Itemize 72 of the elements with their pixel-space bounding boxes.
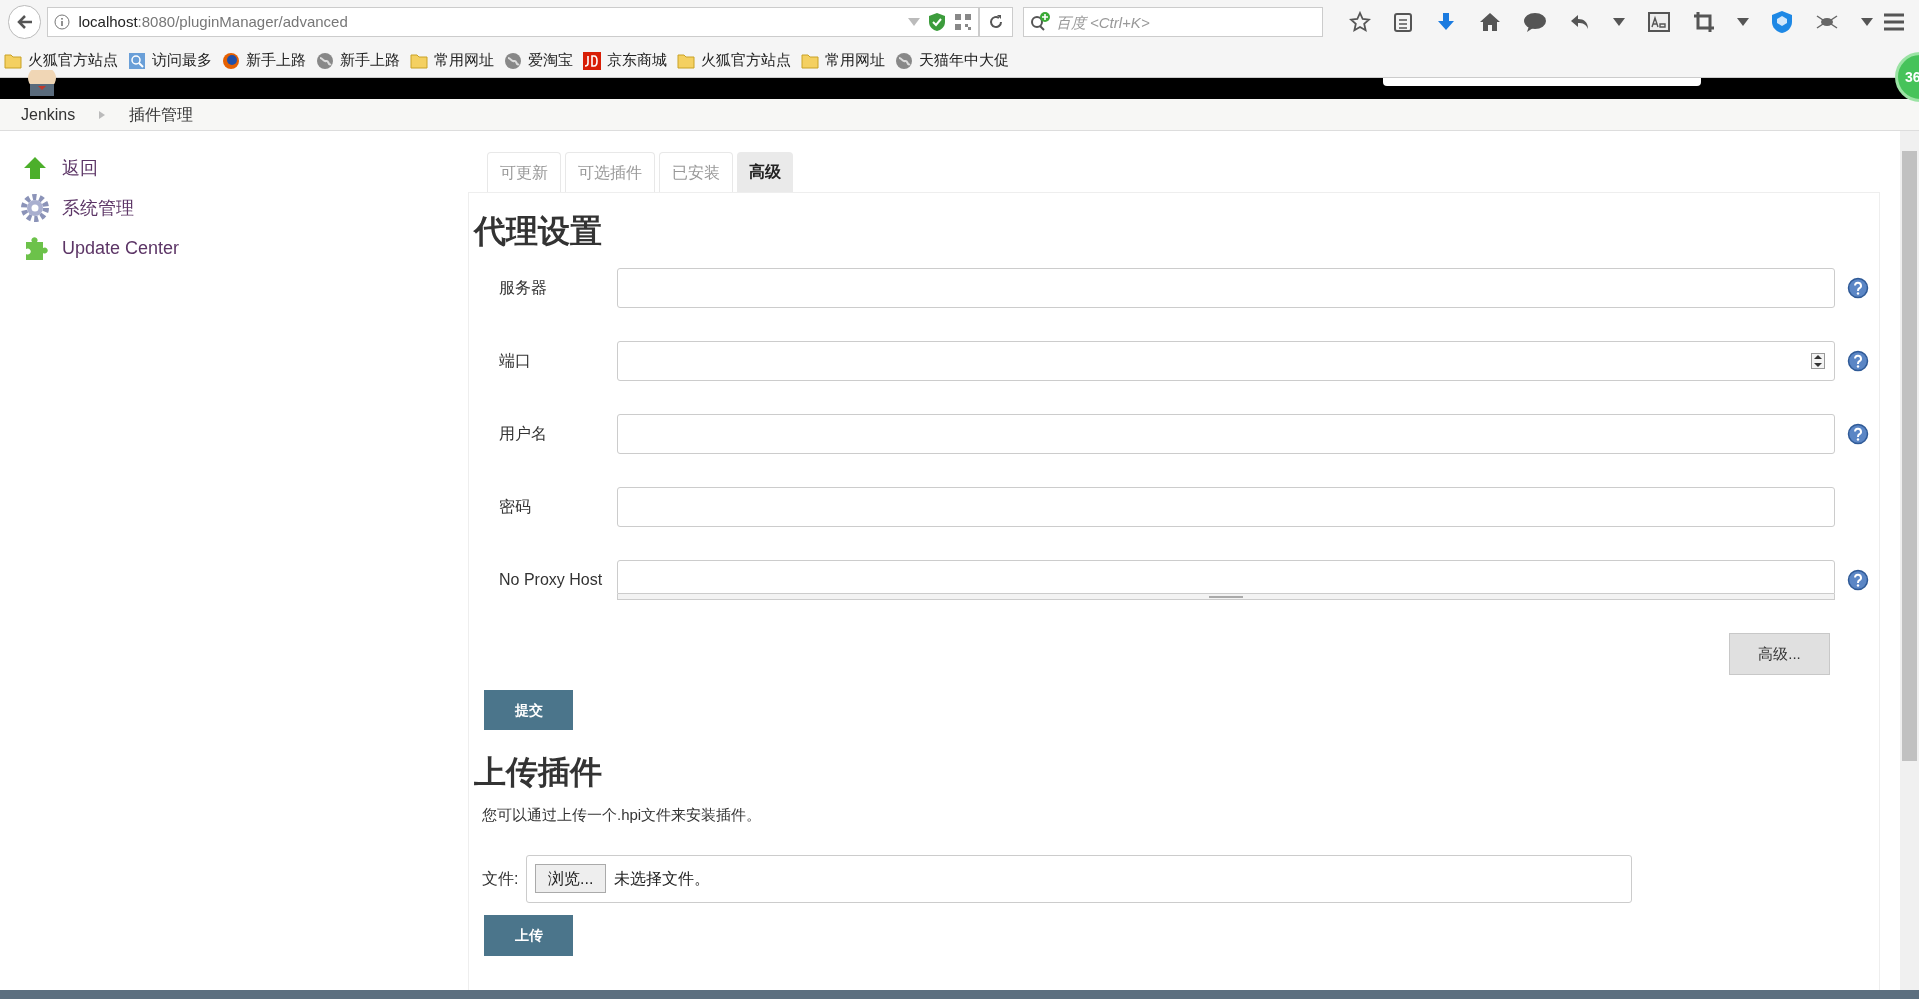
folder-icon (677, 52, 695, 69)
dropdown-icon (908, 18, 921, 26)
bookmark-link[interactable]: 火狐官方站点 (4, 49, 118, 72)
bookmark-link[interactable]: 爱淘宝 (504, 49, 573, 72)
help-icon[interactable] (1847, 350, 1869, 372)
star-icon[interactable] (1349, 11, 1371, 33)
sidebar-link[interactable]: 系统管理 (20, 195, 468, 221)
spinner-icon (1811, 353, 1825, 369)
browser-logo-icon (222, 51, 240, 70)
back-button[interactable] (8, 5, 42, 39)
magnifier-icon (128, 51, 146, 70)
tab[interactable]: 高级 (737, 152, 793, 192)
bookmark-link[interactable]: 火狐官方站点 (677, 49, 791, 72)
url-text: localhost:8080/pluginManager/advanced (78, 11, 349, 32)
field-label: 用户名 (498, 424, 548, 444)
bug-icon[interactable] (1815, 12, 1839, 32)
bookmark-link[interactable]: 访问最多 (128, 49, 212, 72)
file-status-text: 未选择文件。 (614, 868, 711, 889)
dropdown-icon[interactable] (1861, 18, 1873, 26)
bookmark-link[interactable]: 新手上路 (316, 49, 400, 72)
help-icon[interactable] (1847, 423, 1869, 445)
bookmark-link[interactable]: 新手上路 (222, 49, 306, 72)
chat-icon[interactable] (1523, 11, 1547, 33)
bookmark-link[interactable]: 天猫年中大促 (895, 49, 1009, 72)
shield-icon (928, 12, 947, 32)
globe-icon (895, 51, 913, 70)
bookmark-link[interactable]: 京东商城 (583, 49, 667, 72)
upload-button[interactable]: 上传 (484, 914, 573, 956)
clipboard-icon[interactable] (1393, 11, 1413, 33)
search-icon (1028, 12, 1051, 32)
shield-icon[interactable] (1771, 10, 1793, 34)
breadcrumb-link[interactable]: 插件管理 (129, 102, 194, 127)
folder-icon (410, 52, 428, 69)
bookmark-link[interactable]: 常用网址 (801, 49, 885, 72)
search-field[interactable]: 百度 <Ctrl+K> (1022, 7, 1323, 37)
dropdown-icon[interactable] (1737, 18, 1749, 26)
field-label: 服务器 (498, 278, 548, 298)
back-arrow-icon (15, 13, 34, 31)
address-bar[interactable]: localhost:8080/pluginManager/advanced (47, 7, 980, 37)
home-icon[interactable] (1479, 11, 1501, 33)
folder-icon (801, 52, 819, 69)
field-label: No Proxy Host (498, 570, 604, 590)
sidebar-link[interactable]: Update Center (20, 235, 468, 261)
field-label: 端口 (498, 351, 532, 371)
sidebar-link[interactable]: 返回 (20, 155, 468, 181)
globe-icon (316, 51, 334, 70)
file-input[interactable]: 浏览... 未选择文件。 (526, 854, 1632, 903)
menu-icon[interactable] (1883, 13, 1905, 31)
reload-icon (988, 14, 1005, 30)
globe-icon (504, 51, 522, 70)
reader-icon[interactable] (1647, 11, 1671, 33)
submit-button[interactable]: 提交 (484, 690, 573, 730)
description-text: 您可以通过上传一个.hpi文件来安装插件。 (482, 805, 763, 825)
field-label: 密码 (498, 497, 532, 517)
store-logo-icon (583, 51, 601, 70)
chevron-icon (99, 110, 106, 119)
info-icon (54, 14, 71, 30)
breadcrumb-link[interactable]: Jenkins (21, 102, 76, 127)
reload-button[interactable] (979, 7, 1013, 37)
section-heading: 上传插件 (474, 753, 603, 792)
crop-icon[interactable] (1693, 11, 1715, 33)
gear-icon (20, 193, 50, 223)
qr-code-icon (954, 13, 973, 31)
advanced-button[interactable]: 高级... (1729, 633, 1830, 675)
browse-button[interactable]: 浏览... (535, 864, 607, 893)
help-icon[interactable] (1847, 569, 1869, 591)
bookmark-link[interactable]: 常用网址 (410, 49, 494, 72)
folder-icon (4, 52, 22, 69)
field-label: 文件: (482, 868, 520, 889)
help-icon[interactable] (1847, 277, 1869, 299)
section-heading: 代理设置 (474, 212, 603, 251)
dropdown-icon[interactable] (1613, 18, 1625, 26)
